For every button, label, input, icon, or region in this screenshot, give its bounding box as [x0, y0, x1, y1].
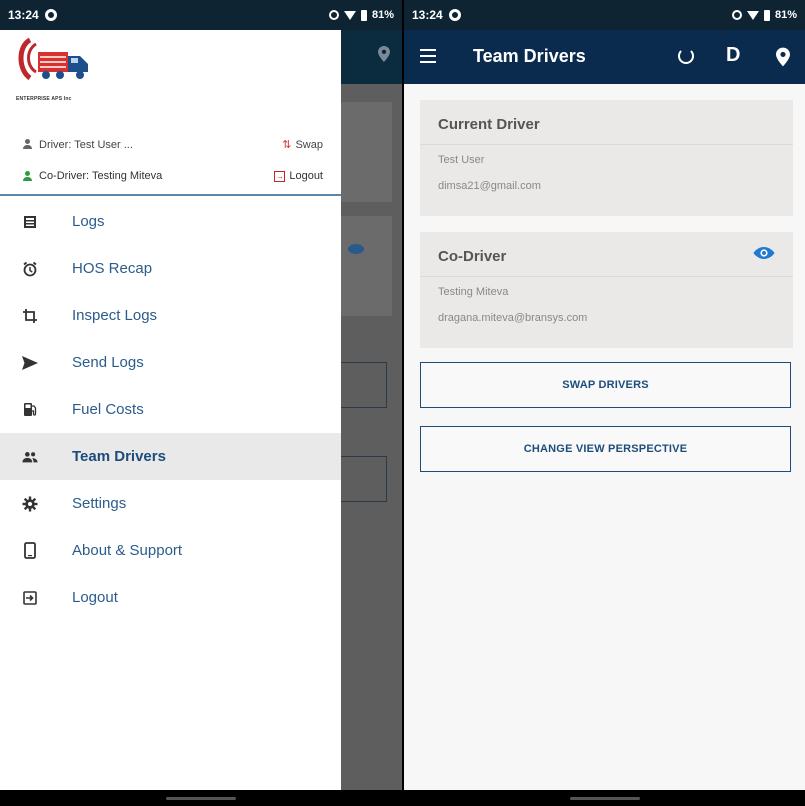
menu-item-label: HOS Recap [72, 260, 153, 277]
left-screen: 13:24 81% ENTERPRISE APS Inc Driver: Tes… [0, 0, 402, 806]
navigation-drawer: ENTERPRISE APS Inc Driver: Test User ...… [0, 30, 341, 790]
drawer-header: ENTERPRISE APS Inc Driver: Test User ...… [0, 30, 341, 196]
co-driver-person-icon [22, 170, 33, 182]
menu-item-label: Settings [72, 495, 127, 512]
menu-item-label: Logs [72, 213, 105, 230]
co-driver-name: Testing Miteva [438, 286, 509, 298]
battery-percent: 81% [774, 9, 797, 21]
duty-status-button[interactable]: D [726, 44, 740, 67]
driver-name: Test User [438, 154, 485, 166]
swap-label: Swap [295, 138, 323, 151]
card-title: Co-Driver [438, 248, 507, 265]
group-icon [22, 449, 38, 465]
status-time: 13:24 [8, 8, 39, 22]
status-bar: 13:24 81% [0, 0, 402, 30]
status-time: 13:24 [412, 8, 443, 22]
menu-item-team-drivers[interactable]: Team Drivers [0, 433, 341, 480]
battery-percent: 81% [371, 9, 394, 21]
menu-icon[interactable] [420, 49, 436, 63]
divider [420, 276, 793, 277]
refresh-icon[interactable] [678, 48, 694, 64]
battery-icon [763, 9, 770, 21]
co-driver-email: dragana.miteva@bransys.com [438, 312, 588, 324]
gear-icon [22, 496, 38, 512]
current-driver-card: Current Driver Test User dimsa21@gmail.c… [420, 100, 793, 216]
home-gesture-handle[interactable] [569, 797, 640, 800]
menu-item-about-support[interactable]: About & Support [0, 527, 341, 574]
eye-icon[interactable] [753, 246, 775, 260]
alarm-clock-icon [22, 261, 38, 277]
swap-icon: ⇅ [282, 139, 292, 151]
logout-label: Logout [289, 170, 323, 182]
sync-status-icon [448, 9, 461, 21]
home-gesture-handle[interactable] [166, 797, 236, 800]
menu-item-label: Team Drivers [72, 448, 166, 465]
app-toolbar: Team Drivers D [404, 30, 805, 84]
system-nav-bar [404, 790, 805, 806]
swap-action[interactable]: ⇅ Swap [282, 138, 323, 152]
menu-item-label: Send Logs [72, 354, 144, 371]
driver-label: Driver: Test User ... [39, 138, 133, 151]
fuel-pump-icon [22, 402, 38, 418]
do-not-disturb-icon [328, 10, 339, 20]
crop-icon [22, 308, 38, 324]
logout-action[interactable]: → Logout [274, 170, 323, 182]
menu-item-settings[interactable]: Settings [0, 480, 341, 527]
menu-item-hos-recap[interactable]: HOS Recap [0, 245, 341, 292]
co-driver-card: Co-Driver Testing Miteva dragana.miteva@… [420, 232, 793, 348]
driver-row: Driver: Test User ... ⇅ Swap [22, 138, 323, 151]
menu-item-label: About & Support [72, 542, 183, 559]
menu-item-label: Inspect Logs [72, 307, 158, 324]
page-title: Team Drivers [473, 46, 586, 66]
status-bar: 13:24 81% [404, 0, 805, 30]
co-driver-label: Co-Driver: Testing Miteva [39, 170, 163, 182]
right-screen: 13:24 81% Team Drivers D Current Driver … [404, 0, 805, 806]
battery-icon [360, 9, 367, 21]
logs-icon [22, 214, 38, 230]
system-nav-bar [0, 790, 402, 806]
menu-item-inspect-logs[interactable]: Inspect Logs [0, 292, 341, 339]
company-name: ENTERPRISE APS Inc [16, 96, 72, 102]
menu-item-label: Fuel Costs [72, 401, 144, 418]
menu-item-send-logs[interactable]: Send Logs [0, 339, 341, 386]
menu-item-label: Logout [72, 589, 118, 606]
wifi-icon [343, 10, 356, 20]
logout-icon [22, 590, 38, 606]
location-icon[interactable] [776, 47, 790, 67]
co-driver-row: Co-Driver: Testing Miteva → Logout [22, 170, 323, 182]
send-icon [22, 355, 38, 371]
driver-email: dimsa21@gmail.com [438, 180, 541, 192]
card-title: Current Driver [438, 116, 540, 133]
location-icon [378, 46, 390, 62]
sync-status-icon [44, 9, 57, 21]
phone-icon [22, 542, 38, 559]
driver-person-icon [22, 139, 33, 150]
menu-item-fuel-costs[interactable]: Fuel Costs [0, 386, 341, 433]
menu-item-logout[interactable]: Logout [0, 574, 341, 621]
do-not-disturb-icon [731, 10, 742, 20]
eye-icon [348, 244, 364, 254]
change-view-perspective-button[interactable]: CHANGE VIEW PERSPECTIVE [420, 426, 791, 472]
company-logo [18, 37, 88, 81]
drawer-menu: Logs HOS Recap Inspect Logs Send Logs Fu… [0, 198, 341, 621]
wifi-icon [746, 10, 759, 20]
divider [420, 144, 793, 145]
menu-item-logs[interactable]: Logs [0, 198, 341, 245]
swap-drivers-button[interactable]: SWAP DRIVERS [420, 362, 791, 408]
logout-icon: → [274, 170, 286, 182]
